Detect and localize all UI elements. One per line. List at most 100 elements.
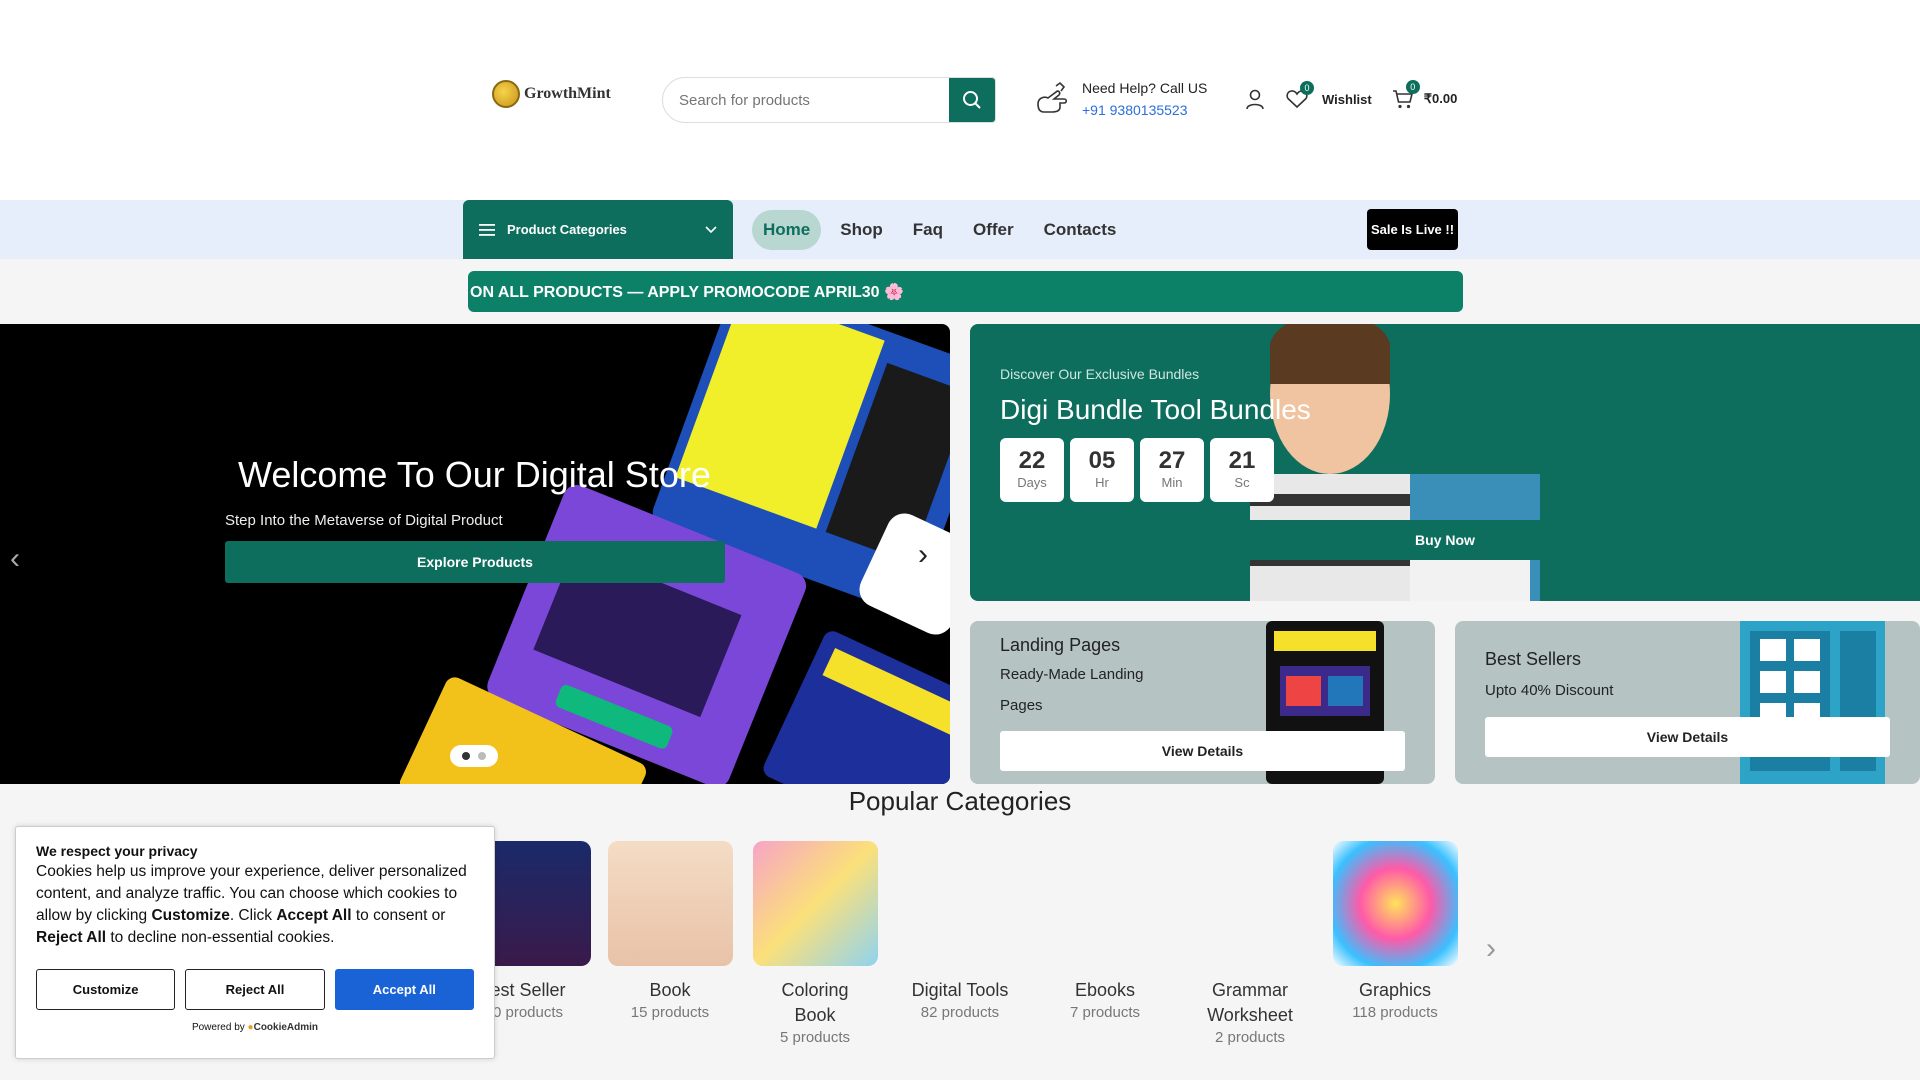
best-sellers-artwork (1740, 621, 1885, 784)
category-coloring-book[interactable]: Coloring Book 5 products (750, 841, 880, 1046)
buy-now-button[interactable]: Buy Now (1120, 520, 1770, 560)
wishlist-count-badge: 0 (1300, 81, 1314, 95)
nav-contacts[interactable]: Contacts (1033, 210, 1128, 250)
countdown-minutes-value: 27 (1158, 447, 1186, 474)
sale-live-button[interactable]: Sale Is Live !! (1367, 209, 1458, 250)
category-ebooks-count: 7 products (1069, 1004, 1141, 1021)
category-digital-tools-count: 82 products (920, 1004, 1000, 1021)
landing-pages-title: Landing Pages (1000, 635, 1121, 655)
slider-dot-2[interactable] (478, 752, 486, 760)
account-button[interactable] (1244, 88, 1266, 110)
best-sellers-card: Best Sellers Upto 40% Discount View Deta… (1455, 621, 1920, 784)
cookie-powered-label: Powered by (191, 1022, 245, 1033)
category-grammar-worksheet-count: 2 products (1214, 1029, 1286, 1046)
category-book-image (607, 841, 733, 966)
nav-faq[interactable]: Faq (902, 210, 954, 250)
category-digital-tools[interactable]: Digital Tools 82 products (895, 841, 1025, 1021)
slider-next-arrow-icon[interactable]: › (918, 538, 928, 572)
slider-pagination (450, 745, 498, 767)
cookie-title: We respect your privacy (36, 843, 198, 859)
landing-pages-view-details-button[interactable]: View Details (1000, 731, 1405, 771)
landing-pages-card: Landing Pages Ready-Made Landing Pages V… (970, 621, 1435, 784)
countdown-minutes: 27 Min (1140, 438, 1204, 502)
cart-button[interactable]: 0 ₹0.00 (1392, 80, 1457, 110)
menu-icon (479, 223, 495, 236)
category-coloring-book-name-line2: Book (794, 1005, 836, 1025)
categories-next-arrow-icon[interactable]: › (1486, 932, 1496, 966)
bundle-promo-card: Discover Our Exclusive Bundles Digi Bund… (970, 324, 1920, 601)
cookie-buttons: Customize Reject All Accept All (36, 969, 474, 1010)
help-phone-link[interactable]: +91 9380135523 (1082, 102, 1207, 118)
countdown-minutes-label: Min (1161, 475, 1183, 490)
cookie-consent-banner: We respect your privacy Cookies help us … (15, 826, 495, 1059)
hero-title: Welcome To Our Digital Store (238, 454, 711, 495)
cookie-accept-all-button[interactable]: Accept All (334, 969, 474, 1010)
nav-offer[interactable]: Offer (962, 210, 1025, 250)
help-title: Need Help? Call US (1082, 80, 1208, 96)
category-grammar-worksheet[interactable]: Grammar Worksheet 2 products (1185, 841, 1315, 1046)
bundle-kicker: Discover Our Exclusive Bundles (1000, 366, 1200, 382)
category-coloring-book-name: Coloring Book (750, 978, 880, 1028)
search-bar (662, 77, 996, 123)
category-grammar-worksheet-name-line1: Grammar (1212, 980, 1288, 1000)
category-coloring-book-image (752, 841, 878, 966)
search-input[interactable] (663, 78, 949, 122)
cookie-body-customize: Customize (151, 907, 230, 924)
hero-subtitle: Step Into the Metaverse of Digital Produ… (225, 512, 503, 529)
nav-links: Home Shop Faq Offer Contacts (752, 210, 1127, 250)
countdown-seconds-label: Sc (1234, 475, 1250, 490)
category-graphics-count: 118 products (1352, 1004, 1438, 1021)
promo-banner: ON ALL PRODUCTS — APPLY PROMOCODE APRIL3… (468, 271, 1463, 312)
site-logo[interactable]: GrowthMint (492, 80, 611, 108)
cookie-customize-button[interactable]: Customize (36, 969, 176, 1010)
category-digital-tools-name: Digital Tools (911, 980, 1009, 1000)
best-sellers-subtitle: Upto 40% Discount (1485, 682, 1614, 699)
cookie-reject-all-button[interactable]: Reject All (185, 969, 325, 1010)
countdown-days-label: Days (1017, 475, 1047, 490)
category-grammar-worksheet-name: Grammar Worksheet (1185, 978, 1315, 1028)
category-graphics-name: Graphics (1358, 980, 1432, 1000)
help-contact: Need Help? Call US +91 9380135523 (1034, 80, 1207, 118)
product-categories-dropdown[interactable]: Product Categories (463, 200, 733, 259)
cookie-body-text-3: to consent or (351, 907, 446, 924)
hero-slider: Welcome To Our Digital Store Step Into t… (0, 324, 950, 784)
header-actions: 0 Wishlist 0 ₹0.00 (1244, 80, 1457, 110)
category-book-count: 15 products (630, 1004, 710, 1021)
category-graphics[interactable]: Graphics 118 products (1330, 841, 1460, 1021)
chevron-down-icon (705, 225, 717, 233)
countdown-timer: 22 Days 05 Hr 27 Min 21 Sc (1000, 438, 1274, 502)
countdown-days: 22 Days (1000, 438, 1064, 502)
search-icon (963, 91, 981, 109)
category-ebooks-image (1043, 841, 1168, 966)
category-book[interactable]: Book 15 products (605, 841, 735, 1021)
bundle-title: Digi Bundle Tool Bundles (1000, 394, 1311, 425)
site-header: GrowthMint Need Help? Call US +91 938013… (0, 0, 1920, 200)
slider-prev-arrow-icon[interactable]: ‹ (10, 542, 20, 576)
logo-icon (492, 80, 520, 108)
category-coloring-book-name-line1: Coloring (781, 980, 849, 1000)
phone-hand-icon (1037, 81, 1068, 113)
cart-count-badge: 0 (1405, 80, 1420, 94)
landing-pages-subtitle-1: Ready-Made Landing (1000, 666, 1144, 683)
search-button[interactable] (949, 78, 995, 122)
nav-home[interactable]: Home (752, 210, 822, 250)
countdown-hours-label: Hr (1095, 475, 1109, 490)
product-categories-label: Product Categories (507, 222, 627, 237)
slider-dot-1[interactable] (462, 752, 470, 760)
countdown-hours: 05 Hr (1070, 438, 1134, 502)
category-book-name: Book (649, 980, 691, 1000)
best-sellers-view-details-button[interactable]: View Details (1485, 717, 1890, 757)
category-coloring-book-count: 5 products (779, 1029, 851, 1046)
cookie-powered-by: Powered by ●CookieAdmin (36, 1022, 474, 1033)
nav-shop[interactable]: Shop (829, 210, 894, 250)
wishlist-button[interactable]: 0 Wishlist (1286, 81, 1372, 109)
category-digital-tools-image (898, 841, 1023, 966)
cookie-body-text-2: . Click (229, 907, 277, 924)
category-ebooks[interactable]: Ebooks 7 products (1040, 841, 1170, 1021)
cookie-body-text-4: to decline non-essential cookies. (106, 929, 335, 946)
logo-text: GrowthMint (524, 85, 611, 102)
best-sellers-title: Best Sellers (1485, 649, 1582, 669)
explore-products-button[interactable]: Explore Products (225, 541, 725, 583)
countdown-seconds-value: 21 (1228, 447, 1256, 474)
cookieadmin-brand: CookieAdmin (253, 1022, 319, 1033)
